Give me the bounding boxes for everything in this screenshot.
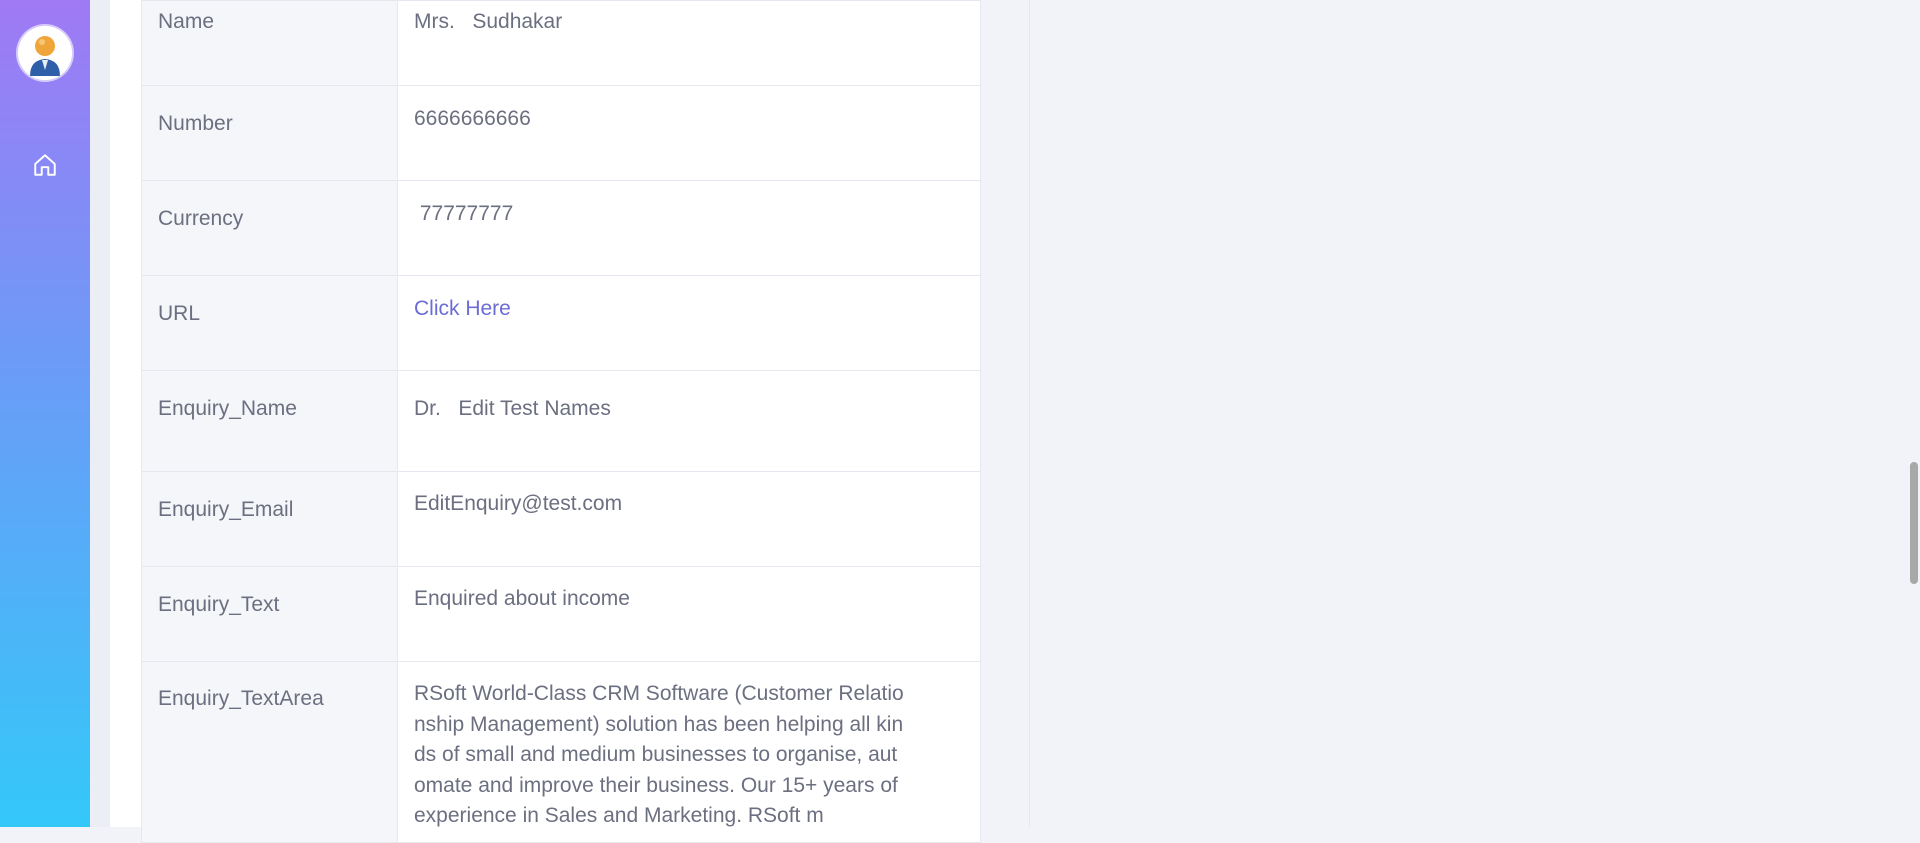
row-value: 6666666666 — [397, 85, 981, 181]
content-edge — [90, 0, 110, 827]
scrollbar-thumb[interactable] — [1910, 462, 1918, 584]
row-label: Enquiry_TextArea — [141, 661, 398, 843]
table-row: Currency 77777777 — [141, 180, 981, 276]
table-row: Enquiry_Email EditEnquiry@test.com — [141, 471, 981, 567]
row-label: URL — [141, 275, 398, 371]
table-row: Enquiry_TextArea RSoft World-Class CRM S… — [141, 661, 981, 843]
row-value: Dr. Edit Test Names — [397, 370, 981, 472]
sidebar — [0, 0, 90, 827]
row-value: RSoft World-Class CRM Software (Customer… — [397, 661, 981, 843]
row-label: Currency — [141, 180, 398, 276]
table-row: URL Click Here — [141, 275, 981, 371]
row-value: EditEnquiry@test.com — [397, 471, 981, 567]
row-value: Enquired about income — [397, 566, 981, 662]
details-table: Name Mrs. Sudhakar Number 6666666666 Cur… — [141, 0, 981, 843]
row-label: Name — [141, 0, 398, 86]
row-label: Enquiry_Email — [141, 471, 398, 567]
row-value: Click Here — [397, 275, 981, 371]
url-link[interactable]: Click Here — [414, 294, 964, 324]
table-row: Name Mrs. Sudhakar — [141, 0, 981, 86]
home-icon — [32, 152, 58, 183]
table-row: Number 6666666666 — [141, 85, 981, 181]
user-avatar-icon[interactable] — [18, 26, 72, 80]
row-label: Number — [141, 85, 398, 181]
row-label: Enquiry_Text — [141, 566, 398, 662]
table-row: Enquiry_Text Enquired about income — [141, 566, 981, 662]
home-button[interactable] — [30, 152, 60, 182]
table-row: Enquiry_Name Dr. Edit Test Names — [141, 370, 981, 472]
row-label: Enquiry_Name — [141, 370, 398, 472]
row-value: 77777777 — [397, 180, 981, 276]
card-side-strip — [980, 0, 1030, 827]
scrollbar[interactable] — [1908, 0, 1920, 827]
row-value: Mrs. Sudhakar — [397, 0, 981, 86]
